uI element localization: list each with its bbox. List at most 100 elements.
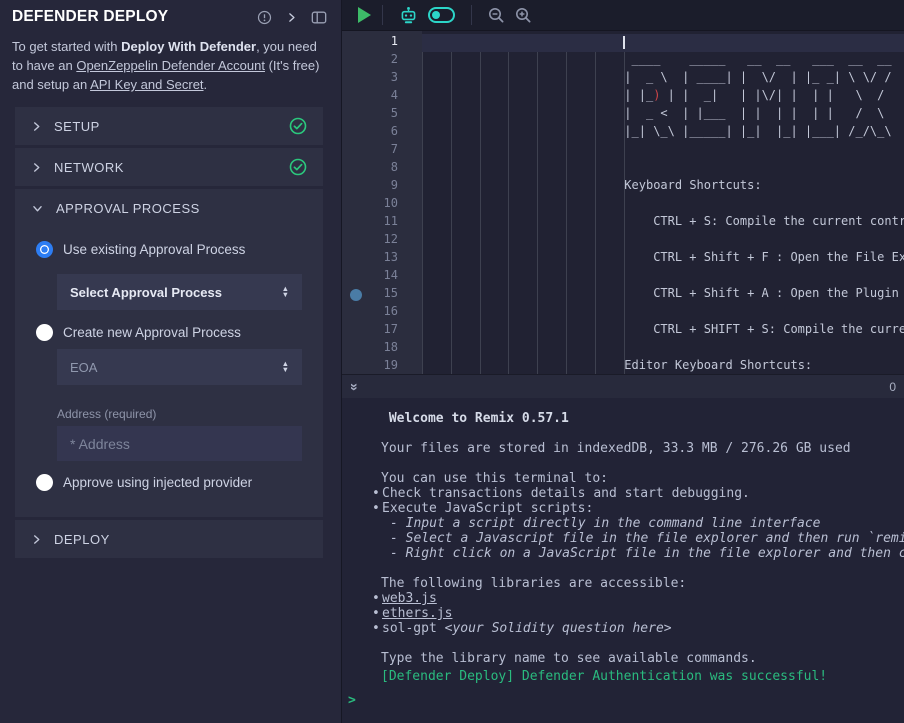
- editor-line[interactable]: CTRL + Shift + F : Open the File Explore…: [422, 250, 904, 268]
- editor-line[interactable]: [422, 160, 904, 178]
- editor-line[interactable]: [422, 142, 904, 160]
- line-number[interactable]: 18: [342, 340, 422, 358]
- arrow-down-icon: ▼: [282, 367, 289, 373]
- deploy-header[interactable]: DEPLOY: [15, 520, 323, 558]
- terminal-line: You can use this terminal to:: [342, 471, 904, 486]
- chevron-right-icon: [32, 162, 41, 173]
- editor-line[interactable]: Keyboard Shortcuts:: [422, 178, 904, 196]
- line-number[interactable]: 7: [342, 142, 422, 160]
- copilot-toggle-on[interactable]: [428, 7, 455, 23]
- bullet-icon: •: [372, 501, 380, 516]
- editor-line[interactable]: [422, 232, 904, 250]
- editor-line[interactable]: [422, 268, 904, 286]
- editor-toolbar: [342, 0, 904, 31]
- line-number[interactable]: 14: [342, 268, 422, 286]
- text-cursor: [623, 36, 625, 49]
- radio-unselected-icon[interactable]: [36, 474, 53, 491]
- approval-body: Use existing Approval Process Select App…: [15, 227, 323, 517]
- editor-line[interactable]: CTRL + SHIFT + S: Compile the current co…: [422, 322, 904, 340]
- network-label: NETWORK: [54, 160, 124, 175]
- approval-header[interactable]: APPROVAL PROCESS: [15, 189, 323, 227]
- editor-line[interactable]: Editor Keyboard Shortcuts:: [422, 358, 904, 374]
- terminal-line: •sol-gpt <your Solidity question here>: [342, 621, 904, 636]
- select-arrows-icon: ▲▼: [282, 361, 289, 373]
- terminal-line: [342, 636, 904, 651]
- editor-gutter: 12345678910111213141516171819: [342, 31, 422, 374]
- web3js-link[interactable]: web3.js: [382, 591, 437, 606]
- terminal-line: •web3.js: [342, 591, 904, 606]
- intro-text: To get started with Deploy With Defender…: [12, 37, 330, 94]
- terminal-line: [342, 561, 904, 576]
- bullet-icon: •: [372, 591, 380, 606]
- toolbar-divider: [382, 5, 383, 25]
- setup-header[interactable]: SETUP: [15, 107, 323, 145]
- chevron-right-icon[interactable]: [285, 11, 298, 24]
- line-number[interactable]: 4: [342, 88, 422, 106]
- code-editor[interactable]: 12345678910111213141516171819 ____ _____…: [342, 31, 904, 374]
- approval-type-select[interactable]: EOA ▲▼: [57, 349, 302, 385]
- editor-line[interactable]: [422, 304, 904, 322]
- zoom-in-icon[interactable]: [515, 7, 532, 24]
- network-header[interactable]: NETWORK: [15, 148, 323, 186]
- editor-line[interactable]: CTRL + Shift + A : Open the Plugin Manag…: [422, 286, 904, 304]
- terminal-line: The following libraries are accessible:: [342, 576, 904, 591]
- line-number[interactable]: 5: [342, 106, 422, 124]
- toggle-knob: [432, 11, 440, 19]
- editor-line[interactable]: ____ _____ __ __ ___ __ __ ___ ____ ____…: [422, 52, 904, 70]
- line-number[interactable]: 10: [342, 196, 422, 214]
- collapse-terminal-icon[interactable]: »: [349, 383, 361, 391]
- defender-account-link[interactable]: OpenZeppelin Defender Account: [76, 58, 265, 73]
- radio-selected-icon[interactable]: [36, 241, 53, 258]
- line-number[interactable]: 11: [342, 214, 422, 232]
- editor-line[interactable]: [422, 340, 904, 358]
- section-approval: APPROVAL PROCESS Use existing Approval P…: [15, 189, 323, 517]
- line-number[interactable]: 3: [342, 70, 422, 88]
- breakpoint-dot[interactable]: [350, 289, 362, 301]
- run-script-button[interactable]: [358, 7, 371, 23]
- editor-line[interactable]: [422, 196, 904, 214]
- approval-process-select[interactable]: Select Approval Process ▲▼: [57, 274, 302, 310]
- editor-line[interactable]: | _ < | |___ | | | | | | / \ | | | |_| |…: [422, 106, 904, 124]
- line-number[interactable]: 13: [342, 250, 422, 268]
- address-input[interactable]: [57, 426, 302, 461]
- editor-line[interactable]: |_| \_\ |_____| |_| |_| |___| /_/\_\ |__…: [422, 124, 904, 142]
- line-number[interactable]: 2: [342, 52, 422, 70]
- split-panel-icon[interactable]: [311, 10, 327, 25]
- zoom-out-icon[interactable]: [488, 7, 505, 24]
- bullet-icon: •: [372, 606, 380, 621]
- alert-circle-icon[interactable]: [257, 10, 272, 25]
- terminal-line: Welcome to Remix 0.57.1: [342, 411, 904, 426]
- radio-injected-provider[interactable]: Approve using injected provider: [36, 474, 323, 491]
- editor-line[interactable]: | |_) | | _| | |\/| | | | \ / | | | | | …: [422, 88, 904, 106]
- ai-copilot-robot-icon[interactable]: [399, 6, 418, 25]
- line-number[interactable]: 17: [342, 322, 422, 340]
- toolbar-divider: [471, 5, 472, 25]
- terminal-line: [342, 456, 904, 471]
- line-number[interactable]: 19: [342, 358, 422, 374]
- panel-title: DEFENDER DEPLOY: [12, 8, 168, 26]
- radio-unselected-icon[interactable]: [36, 324, 53, 341]
- create-new-label: Create new Approval Process: [63, 325, 241, 340]
- panel-header: DEFENDER DEPLOY: [0, 0, 341, 26]
- line-number[interactable]: 1: [342, 34, 422, 52]
- editor-line[interactable]: [422, 34, 904, 52]
- editor-line[interactable]: | _ \ | ____| | \/ | |_ _| \ \/ / |_ _| …: [422, 70, 904, 88]
- approval-type-select-value: EOA: [70, 360, 97, 375]
- terminal[interactable]: Welcome to Remix 0.57.1 Your files are s…: [342, 398, 904, 723]
- radio-create-new[interactable]: Create new Approval Process: [36, 324, 323, 341]
- approval-process-select-value: Select Approval Process: [70, 285, 222, 300]
- line-number[interactable]: 6: [342, 124, 422, 142]
- arrow-down-icon: ▼: [282, 292, 289, 298]
- line-number[interactable]: 12: [342, 232, 422, 250]
- terminal-prompt[interactable]: >: [342, 693, 904, 708]
- editor-line[interactable]: CTRL + S: Compile the current contract: [422, 214, 904, 232]
- api-key-link[interactable]: API Key and Secret: [90, 77, 203, 92]
- setup-label: SETUP: [54, 119, 100, 134]
- injected-provider-label: Approve using injected provider: [63, 475, 252, 490]
- line-number[interactable]: 8: [342, 160, 422, 178]
- ethersjs-link[interactable]: ethers.js: [382, 606, 452, 621]
- transaction-count-badge: 0: [889, 380, 896, 394]
- line-number[interactable]: 16: [342, 304, 422, 322]
- radio-use-existing[interactable]: Use existing Approval Process: [36, 241, 323, 258]
- line-number[interactable]: 9: [342, 178, 422, 196]
